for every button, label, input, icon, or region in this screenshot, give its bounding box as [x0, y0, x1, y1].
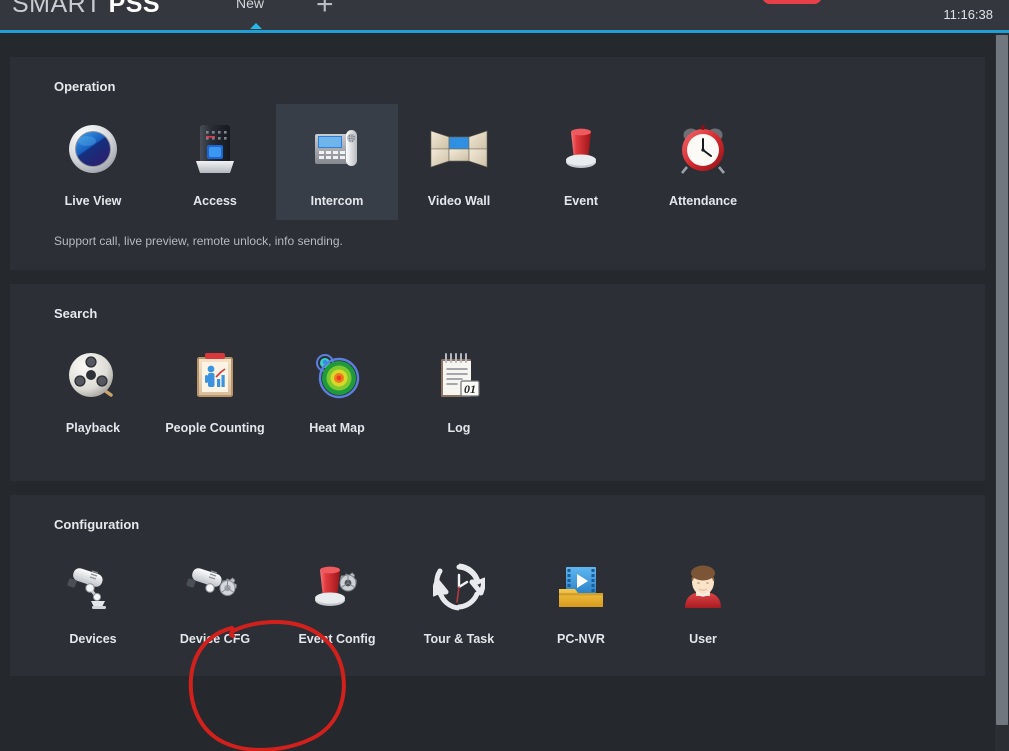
vertical-scrollbar[interactable]	[995, 33, 1009, 751]
clock-label: 11:16:38	[943, 7, 993, 22]
add-tab-button[interactable]: +	[316, 0, 334, 20]
tile-device-cfg[interactable]: Device CFG	[154, 542, 276, 658]
tile-label: Live View	[64, 194, 122, 208]
video-wall-icon	[398, 116, 520, 182]
section-title: Configuration	[54, 517, 140, 532]
event-config-icon	[276, 554, 398, 620]
tile-heat-map[interactable]: Heat Map	[276, 331, 398, 447]
tile-label: User	[689, 632, 717, 646]
tile-label: People Counting	[165, 421, 265, 435]
pc-nvr-icon	[520, 554, 642, 620]
tile-label: PC-NVR	[557, 632, 605, 646]
user-icon	[642, 554, 764, 620]
app-logo-suffix: PSS	[108, 0, 161, 18]
tile-label: Intercom	[310, 194, 364, 208]
tile-event-config[interactable]: Event Config	[276, 542, 398, 658]
devices-icon	[32, 554, 154, 620]
tile-label: Event Config	[298, 632, 376, 646]
tab-active-indicator	[250, 23, 262, 29]
tile-people-counting[interactable]: People Counting	[154, 331, 276, 447]
live-view-icon	[32, 116, 154, 182]
log-icon: 01	[398, 343, 520, 409]
section-title: Operation	[54, 79, 116, 94]
tile-live-view[interactable]: Live View	[32, 104, 154, 220]
tile-label: Attendance	[668, 194, 738, 208]
tile-attendance[interactable]: Attendance	[642, 104, 764, 220]
title-bar: SMART PSS New + ··· 11:16:38	[0, 0, 1009, 30]
tile-pc-nvr[interactable]: PC-NVR	[520, 542, 642, 658]
attendance-icon	[642, 116, 764, 182]
tile-video-wall[interactable]: Video Wall	[398, 104, 520, 220]
tile-label: Log	[447, 421, 471, 435]
section-title: Search	[54, 306, 98, 321]
tab-new[interactable]: New	[236, 0, 264, 11]
tile-label: Devices	[69, 632, 117, 646]
heat-map-icon	[276, 343, 398, 409]
scrollbar-thumb[interactable]	[996, 35, 1008, 725]
section-operation: Operation Live View Access Intercom Vide…	[10, 57, 985, 270]
tile-log[interactable]: 01 Log	[398, 331, 520, 447]
tile-event[interactable]: Event	[520, 104, 642, 220]
tile-playback[interactable]: Playback	[32, 331, 154, 447]
section-description: Support call, live preview, remote unloc…	[54, 234, 343, 248]
tile-label: Heat Map	[309, 421, 365, 435]
tile-label: Video Wall	[427, 194, 491, 208]
tile-label: Playback	[65, 421, 121, 435]
tile-label: Tour & Task	[423, 632, 495, 646]
access-icon	[154, 116, 276, 182]
tile-label: Access	[193, 194, 237, 208]
tile-label: Device CFG	[179, 632, 251, 646]
section-configuration: Configuration Devices Device CFG Event C…	[10, 495, 985, 676]
section-search: Search Playback People Counting Heat Map…	[10, 284, 985, 481]
tile-tour-task[interactable]: Tour & Task	[398, 542, 520, 658]
tile-access[interactable]: Access	[154, 104, 276, 220]
tile-label: Event	[563, 194, 599, 208]
event-icon	[520, 116, 642, 182]
app-logo: SMART PSS	[12, 0, 160, 19]
tour-task-icon	[398, 554, 520, 620]
home-content: Operation Live View Access Intercom Vide…	[0, 33, 995, 751]
tile-grid: Playback People Counting Heat Map 01 Log	[10, 321, 985, 447]
playback-icon	[32, 343, 154, 409]
overflow-menu-icon[interactable]: ···	[858, 0, 879, 7]
svg-text:01: 01	[464, 382, 476, 396]
recording-badge	[762, 0, 822, 4]
tile-grid: Live View Access Intercom Video Wall Eve…	[10, 94, 985, 220]
tile-devices[interactable]: Devices	[32, 542, 154, 658]
people-counting-icon	[154, 343, 276, 409]
tile-user[interactable]: User	[642, 542, 764, 658]
device-cfg-icon	[154, 554, 276, 620]
intercom-icon	[276, 116, 398, 182]
tile-grid: Devices Device CFG Event Config Tour & T…	[10, 532, 985, 658]
tile-intercom[interactable]: Intercom	[276, 104, 398, 220]
app-logo-prefix: SMART	[12, 0, 102, 18]
